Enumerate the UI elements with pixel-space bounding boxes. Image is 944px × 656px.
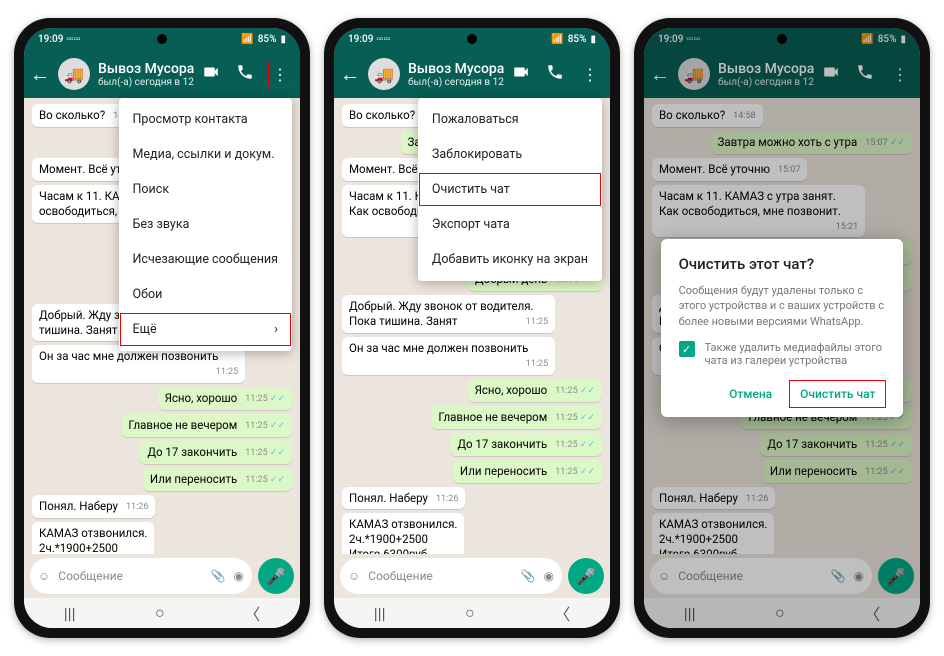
emoji-icon[interactable]: ☺ (38, 569, 50, 583)
menu-item[interactable]: Поиск (119, 172, 292, 207)
more-icon[interactable]: ⋮ (580, 63, 600, 86)
mic-button[interactable]: 🎤 (568, 558, 604, 594)
video-call-icon[interactable] (512, 63, 530, 85)
message-out[interactable]: Ясно, хорошо11:25 (158, 387, 292, 410)
nav-recent[interactable]: ||| (64, 604, 76, 623)
screen: 19:09▫▫▫▫ 📶85%▮ ← 🚚 Вывоз Мусора 2 был(-… (334, 28, 610, 628)
phone-3: 19:09▫▫▫▫ 📶85%▮ ← 🚚 Вывоз Мусора 2 был(-… (634, 18, 930, 638)
menu-item[interactable]: Очистить чат (418, 172, 602, 207)
input-row: ☺ Сообщение 📎 ◉ 🎤 (24, 554, 300, 598)
clear-chat-dialog: Очистить этот чат? Сообщения будут удале… (661, 239, 904, 417)
status-battery: 85% (258, 34, 277, 45)
message-out[interactable]: До 17 закончить11:25 (450, 433, 602, 456)
dialog-scrim[interactable]: Очистить этот чат? Сообщения будут удале… (644, 28, 920, 628)
options-menu: Просмотр контактаМедиа, ссылки и докум.П… (119, 98, 292, 351)
video-call-icon[interactable] (202, 63, 220, 85)
menu-item[interactable]: Пожаловаться (418, 102, 602, 137)
emoji-icon[interactable]: ☺ (348, 569, 360, 583)
chat-header: ← 🚚 Вывоз Мусора 2 был(-а) сегодня в 12:… (334, 50, 610, 98)
nav-back[interactable]: 〈 (244, 601, 260, 625)
chat-title-box[interactable]: Вывоз Мусора 2 был(-а) сегодня в 12:40 (98, 61, 194, 88)
menu-item[interactable]: Ещё› (119, 312, 292, 347)
status-bar: 19:09▫▫▫▫ 📶85%▮ (24, 28, 300, 50)
message-in[interactable]: Он за час мне должен позвонить11:25 (342, 337, 555, 375)
dialog-body: Сообщения будут удалены только с этого у… (679, 283, 886, 329)
message-in[interactable]: КАМАЗ отзвонился.2ч.*1900+2500Итого 6300… (342, 513, 464, 554)
menu-item[interactable]: Исчезающие сообщения (119, 242, 292, 277)
message-input[interactable]: ☺ Сообщение 📎 ◉ (30, 558, 252, 594)
dialog-check-label: Также удалить медиафайлы этого чата из г… (705, 341, 886, 367)
message-input[interactable]: ☺ Сообщение 📎 ◉ (340, 558, 562, 594)
nav-bar: ||| ○ 〈 (24, 598, 300, 628)
dialog-title: Очистить этот чат? (679, 255, 886, 273)
status-bar: 19:09▫▫▫▫ 📶85%▮ (334, 28, 610, 50)
menu-item[interactable]: Обои (119, 277, 292, 312)
avatar[interactable]: 🚚 (368, 58, 400, 90)
message-in[interactable]: КАМАЗ отзвонился.2ч.*1900+2500Итого 6300… (32, 522, 154, 554)
dialog-checkbox-row[interactable]: ✓ Также удалить медиафайлы этого чата из… (679, 341, 886, 367)
menu-item[interactable]: Без звука (119, 207, 292, 242)
menu-item[interactable]: Экспорт чата (418, 207, 602, 242)
status-time: 19:09 (38, 34, 63, 45)
menu-item[interactable]: Медиа, ссылки и докум. (119, 137, 292, 172)
message-out[interactable]: До 17 закончить11:25 (140, 441, 292, 464)
camera-icon[interactable]: ◉ (234, 569, 244, 583)
more-submenu: ПожаловатьсяЗаблокироватьОчистить чатЭкс… (418, 98, 602, 281)
message-out[interactable]: Главное не вечером11:25 (121, 414, 292, 437)
menu-item[interactable]: Просмотр контакта (119, 102, 292, 137)
back-icon[interactable]: ← (30, 62, 50, 87)
nav-home[interactable]: ○ (155, 603, 165, 623)
menu-item[interactable]: Заблокировать (418, 137, 602, 172)
voice-call-icon[interactable] (236, 63, 254, 85)
message-out[interactable]: Или переносить11:25 (453, 460, 602, 483)
message-in[interactable]: Добрый. Жду звонок от водителя. Пока тиш… (342, 295, 555, 333)
message-in[interactable]: Понял. Наберу11:26 (342, 487, 465, 510)
camera-icon[interactable]: ◉ (544, 569, 554, 583)
checkbox-icon[interactable]: ✓ (679, 341, 695, 357)
chat-title: Вывоз Мусора 2 (98, 61, 194, 77)
message-out[interactable]: Ясно, хорошо11:25 (468, 379, 602, 402)
screen: 19:09▫▫▫▫ 📶85%▮ ← 🚚 Вывоз Мусора 2 был(-… (24, 28, 300, 628)
more-icon[interactable]: ⋮ (270, 63, 290, 86)
message-in[interactable]: Понял. Наберу11:26 (32, 495, 155, 518)
screen: 19:09▫▫▫▫ 📶85%▮ ← 🚚 Вывоз Мусора 2 был(-… (644, 28, 920, 628)
dialog-confirm-button[interactable]: Очистить чат (790, 381, 885, 407)
back-icon[interactable]: ← (340, 62, 360, 87)
chat-subtitle: был(-а) сегодня в 12:40 (98, 77, 194, 88)
menu-item[interactable]: Добавить иконку на экран (418, 242, 602, 277)
attach-icon[interactable]: 📎 (211, 569, 226, 583)
voice-call-icon[interactable] (546, 63, 564, 85)
phone-2: 19:09▫▫▫▫ 📶85%▮ ← 🚚 Вывоз Мусора 2 был(-… (324, 18, 620, 638)
avatar[interactable]: 🚚 (58, 58, 90, 90)
input-placeholder: Сообщение (58, 569, 202, 583)
dialog-cancel-button[interactable]: Отмена (719, 381, 782, 407)
chat-header: ← 🚚 Вывоз Мусора 2 был(-а) сегодня в 12:… (24, 50, 300, 98)
phone-1: 19:09▫▫▫▫ 📶85%▮ ← 🚚 Вывоз Мусора 2 был(-… (14, 18, 310, 638)
message-out[interactable]: Или переносить11:25 (143, 468, 292, 491)
attach-icon[interactable]: 📎 (521, 569, 536, 583)
message-in[interactable]: Он за час мне должен позвонить11:25 (32, 345, 245, 383)
mic-button[interactable]: 🎤 (258, 558, 294, 594)
message-out[interactable]: Главное не вечером11:25 (431, 406, 602, 429)
